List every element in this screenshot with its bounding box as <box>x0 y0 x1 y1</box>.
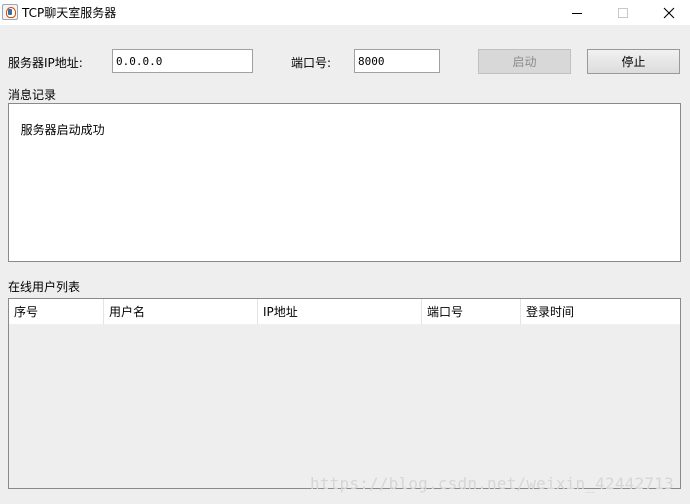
log-heading: 消息记录 <box>8 88 57 102</box>
column-header-port[interactable]: 端口号 <box>422 299 521 325</box>
java-app-icon <box>2 4 18 20</box>
close-button[interactable] <box>646 0 690 25</box>
port-input[interactable] <box>354 49 440 73</box>
maximize-icon <box>618 7 628 18</box>
window-title: TCP聊天室服务器 <box>22 6 117 20</box>
column-header-index[interactable]: 序号 <box>9 299 104 325</box>
message-log-area[interactable]: 服务器启动成功 <box>8 103 681 262</box>
server-ip-label: 服务器IP地址: <box>8 56 83 70</box>
maximize-button[interactable] <box>600 0 646 25</box>
watermark-text: https://blog.csdn.net/weixin_42442713 <box>310 474 674 493</box>
port-label: 端口号: <box>291 56 332 70</box>
column-header-ip[interactable]: IP地址 <box>258 299 422 325</box>
server-ip-input[interactable] <box>112 49 253 73</box>
users-heading: 在线用户列表 <box>8 280 81 294</box>
start-button[interactable]: 启动 <box>478 49 571 74</box>
close-icon <box>663 7 675 18</box>
minimize-button[interactable] <box>554 0 600 25</box>
online-users-table[interactable]: 序号 用户名 IP地址 端口号 登录时间 <box>8 298 681 489</box>
column-header-username[interactable]: 用户名 <box>104 299 258 325</box>
log-content: 服务器启动成功 <box>20 123 105 137</box>
title-bar: TCP聊天室服务器 <box>0 0 690 25</box>
stop-button[interactable]: 停止 <box>587 49 680 74</box>
table-header: 序号 用户名 IP地址 端口号 登录时间 <box>9 299 680 325</box>
column-header-login-time[interactable]: 登录时间 <box>521 299 680 325</box>
minimize-icon <box>572 12 582 14</box>
